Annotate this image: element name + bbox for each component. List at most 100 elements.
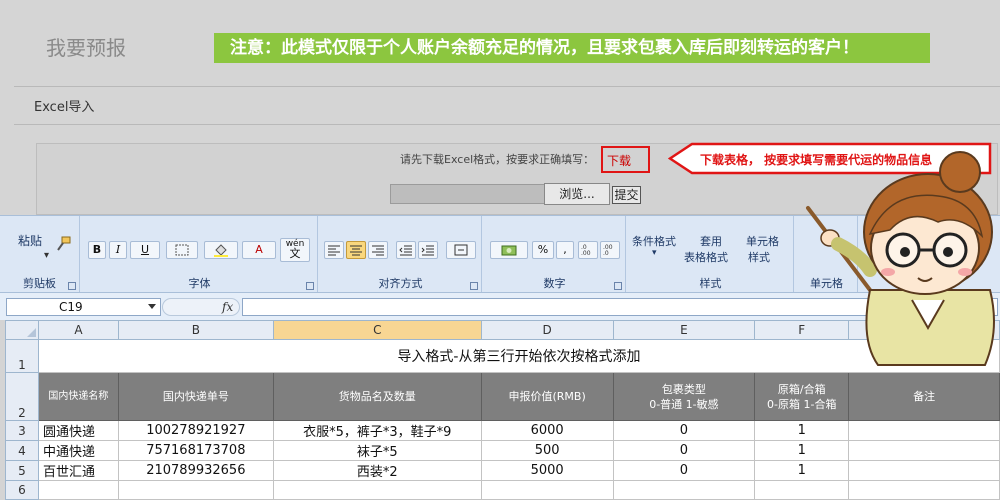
empty-cell[interactable] (37, 480, 119, 500)
cell-tracking[interactable]: 100278921927 (117, 420, 274, 441)
font-color-icon: A (255, 243, 263, 256)
group-label-align: 对齐方式 (378, 277, 423, 290)
dialog-launcher-icon[interactable] (68, 282, 76, 290)
decrease-decimal-icon: .00.0 (603, 244, 613, 257)
decrease-indent-button[interactable] (396, 241, 416, 259)
cell-type[interactable]: 0 (612, 420, 756, 441)
row-header[interactable]: 6 (5, 480, 39, 500)
empty-cell[interactable] (480, 480, 614, 500)
border-icon (175, 244, 189, 256)
cell-courier[interactable]: 中通快递 (37, 440, 119, 461)
row-header[interactable]: 4 (5, 440, 39, 461)
fill-bucket-icon (214, 244, 228, 257)
header-cell-value[interactable]: 申报价值(RMB) (480, 372, 614, 421)
phonetic-char: 文 (289, 247, 301, 260)
divider (14, 124, 1000, 125)
bold-button[interactable]: B (88, 241, 106, 259)
cell-type[interactable]: 0 (612, 460, 756, 481)
page-title: 我要预报 (46, 36, 126, 60)
cell-goods[interactable]: 西装*2 (272, 460, 482, 481)
column-header[interactable]: B (117, 320, 274, 340)
notice-banner: 注意：此模式仅限于个人账户余额充足的情况，且要求包裹入库后即刻转运的客户！ (214, 33, 930, 63)
increase-indent-icon (421, 245, 434, 256)
border-button[interactable] (166, 241, 198, 259)
align-left-icon (328, 245, 340, 256)
conditional-format-button[interactable]: 条件格式 (632, 233, 676, 249)
header-cell-tracking[interactable]: 国内快递单号 (117, 372, 274, 421)
column-header[interactable]: A (37, 320, 119, 340)
comma-button[interactable]: , (556, 241, 574, 259)
submit-button[interactable]: 提交 (612, 186, 641, 204)
cell-goods[interactable]: 袜子*5 (272, 440, 482, 461)
cell-tracking[interactable]: 210789932656 (117, 460, 274, 481)
cell-style-button[interactable]: 单元格 (746, 233, 779, 249)
paste-dropdown-icon[interactable]: ▾ (44, 250, 49, 261)
dialog-launcher-icon[interactable] (470, 282, 478, 290)
cell-value[interactable]: 6000 (480, 420, 614, 441)
empty-cell[interactable] (612, 480, 756, 500)
svg-text:.00: .00 (581, 250, 591, 256)
fill-color-button[interactable] (204, 241, 238, 259)
ribbon-group-clipboard: 粘贴 ▾ 剪贴板 (0, 216, 80, 293)
insert-function-icon[interactable]: fx (222, 300, 233, 314)
italic-button[interactable]: I (109, 241, 127, 259)
download-link[interactable]: 下载 (601, 146, 650, 173)
ribbon-group-number: % , .0.00 .00.0 数字 (484, 216, 626, 293)
column-header-selected[interactable]: C (272, 320, 482, 340)
cell-value[interactable]: 5000 (480, 460, 614, 481)
select-all-corner[interactable] (5, 320, 39, 340)
empty-cell[interactable] (272, 480, 482, 500)
column-header[interactable]: D (480, 320, 614, 340)
align-center-button[interactable] (346, 241, 366, 259)
column-header[interactable]: E (612, 320, 756, 340)
ribbon-group-styles: 条件格式 ▾ 套用 表格格式 单元格 样式 样式 (628, 216, 794, 293)
header-type-title: 包裹类型 (661, 382, 706, 396)
row-header[interactable]: 1 (5, 339, 39, 373)
empty-cell[interactable] (117, 480, 274, 500)
merge-center-button[interactable] (446, 241, 476, 259)
apply-table-button[interactable]: 套用 (700, 233, 722, 249)
currency-button[interactable] (490, 241, 528, 259)
section-label-excel-import: Excel导入 (34, 100, 95, 115)
paste-button[interactable]: 粘贴 (18, 232, 42, 249)
cell-type[interactable]: 0 (612, 440, 756, 461)
table-format-label[interactable]: 表格格式 (684, 249, 728, 265)
percent-button[interactable]: % (532, 241, 554, 259)
cell-courier[interactable]: 圆通快递 (37, 420, 119, 441)
row-header[interactable]: 2 (5, 372, 39, 421)
group-label-font: 字体 (188, 277, 211, 290)
download-hint: 请先下载Excel格式，按要求正确填写： (400, 153, 595, 166)
header-type-desc: 0-普通 1-敏感 (649, 397, 719, 411)
header-cell-courier[interactable]: 国内快递名称 (37, 372, 119, 421)
align-right-icon (372, 245, 384, 256)
header-cell-goods[interactable]: 货物品名及数量 (272, 372, 482, 421)
dialog-launcher-icon[interactable] (306, 282, 314, 290)
row-header[interactable]: 3 (5, 420, 39, 441)
cell-goods[interactable]: 衣服*5，裤子*3，鞋子*9 (272, 420, 482, 441)
cell-style-label[interactable]: 样式 (748, 249, 770, 265)
align-left-button[interactable] (324, 241, 344, 259)
format-painter-icon[interactable] (56, 236, 72, 252)
merge-cells-icon (454, 244, 468, 256)
phonetic-button[interactable]: wén 文 (280, 238, 310, 262)
cell-courier[interactable]: 百世汇通 (37, 460, 119, 481)
align-right-button[interactable] (368, 241, 388, 259)
name-box[interactable]: C19 (6, 298, 161, 316)
decrease-decimal-button[interactable]: .00.0 (600, 241, 620, 259)
ribbon-group-font: B I U A wén 文 字体 (82, 216, 318, 293)
file-path-input[interactable] (390, 184, 545, 204)
svg-text:.0: .0 (603, 250, 609, 256)
increase-indent-button[interactable] (418, 241, 438, 259)
name-box-dropdown-icon[interactable] (148, 304, 156, 309)
row-header[interactable]: 5 (5, 460, 39, 481)
cell-value[interactable]: 500 (480, 440, 614, 461)
dialog-launcher-icon[interactable] (614, 282, 622, 290)
increase-decimal-button[interactable]: .0.00 (578, 241, 598, 259)
underline-button[interactable]: U (130, 241, 160, 259)
font-color-button[interactable]: A (242, 241, 276, 259)
cell-tracking[interactable]: 757168173708 (117, 440, 274, 461)
increase-decimal-icon: .0.00 (581, 244, 591, 257)
header-cell-type[interactable]: 包裹类型 0-普通 1-敏感 (612, 372, 756, 421)
group-label-styles: 样式 (699, 277, 722, 290)
browse-button[interactable]: 浏览... (544, 183, 610, 205)
